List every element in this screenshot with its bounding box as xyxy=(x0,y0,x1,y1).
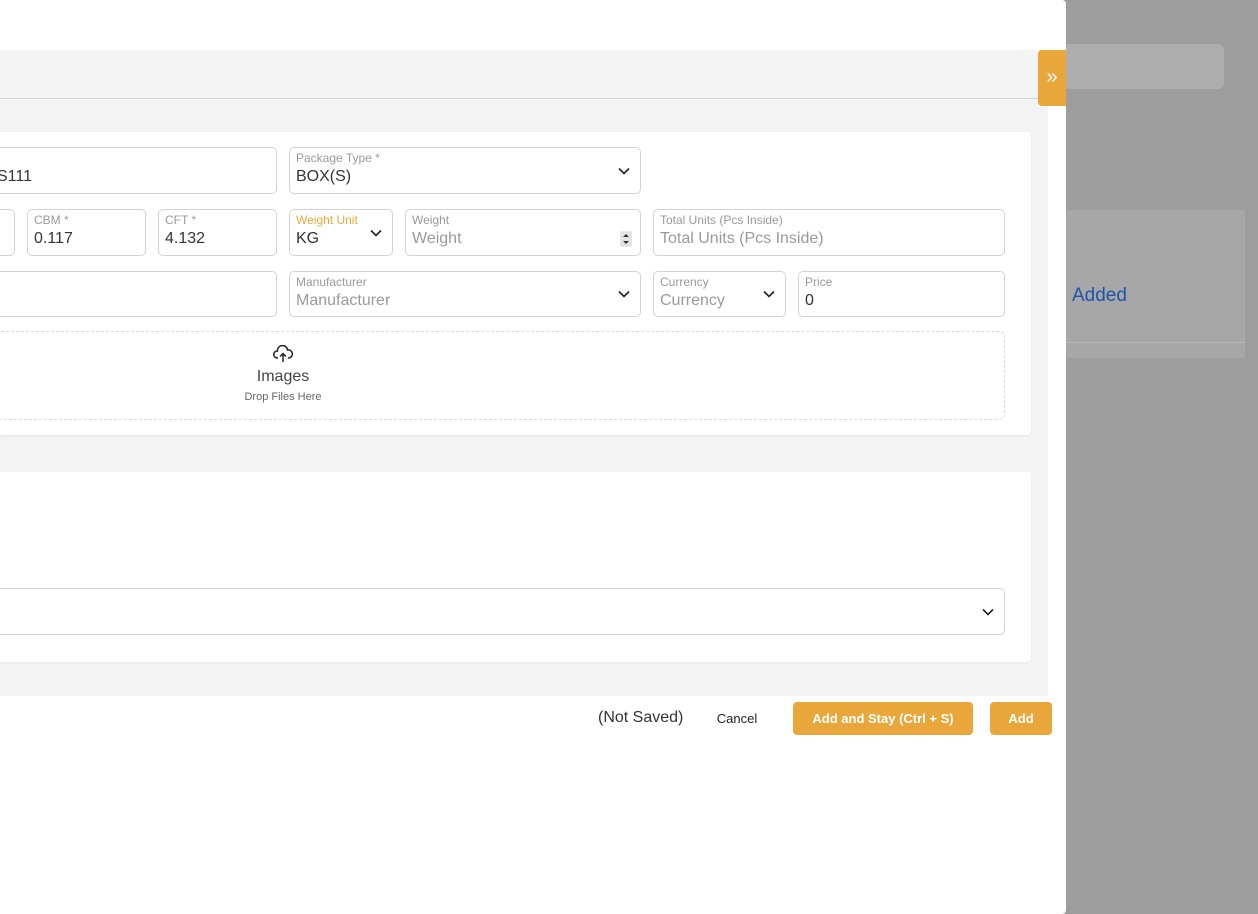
description-field[interactable] xyxy=(0,271,277,317)
manufacturer-placeholder: Manufacturer xyxy=(296,292,391,309)
background-card xyxy=(1066,210,1245,358)
chevron-down-icon xyxy=(618,290,630,298)
chevron-down-icon xyxy=(618,167,630,175)
weight-unit-select[interactable]: Weight Unit KG xyxy=(289,209,393,256)
weight-placeholder: Weight xyxy=(412,230,462,247)
dropzone-subtitle: Drop Files Here xyxy=(244,391,322,403)
background-card-divider xyxy=(1066,342,1245,343)
cloud-upload-icon xyxy=(273,345,293,362)
currency-label: Currency xyxy=(660,275,709,289)
total-units-placeholder: Total Units (Pcs Inside) xyxy=(660,230,824,247)
cbm-value: 0.117 xyxy=(34,230,73,247)
background-search-bar xyxy=(1066,44,1224,89)
secondary-select[interactable] xyxy=(0,588,1005,635)
price-value: 0 xyxy=(805,292,814,309)
background-card-text: Added xyxy=(1072,285,1127,306)
total-units-input[interactable]: Total Units (Pcs Inside) Total Units (Pc… xyxy=(653,209,1005,256)
weight-input[interactable]: Weight Weight xyxy=(405,209,641,256)
package-type-label: Package Type * xyxy=(296,151,380,165)
cbm-label: CBM * xyxy=(34,213,69,227)
price-input[interactable]: Price 0 xyxy=(798,271,1005,317)
weight-label: Weight xyxy=(412,213,450,227)
save-status-text: (Not Saved) xyxy=(598,709,684,726)
total-units-label: Total Units (Pcs Inside) xyxy=(660,213,783,227)
cft-value: 4.132 xyxy=(165,230,206,247)
number-spinner-icon[interactable] xyxy=(620,231,632,247)
weight-unit-label: Weight Unit xyxy=(296,213,358,227)
package-type-select[interactable]: Package Type * BOX(S) xyxy=(289,147,641,194)
code-field[interactable]: S111 xyxy=(0,147,277,194)
manufacturer-label: Manufacturer xyxy=(296,275,367,289)
add-item-modal: S111 Package Type * BOX(S) CBM * 0.117 C… xyxy=(0,0,1066,914)
currency-placeholder: Currency xyxy=(660,292,725,309)
chevron-down-icon xyxy=(982,608,994,616)
dropzone-title: Images xyxy=(256,368,310,385)
price-label: Price xyxy=(805,275,833,289)
collapse-panel-button[interactable]: » xyxy=(1038,50,1066,106)
add-button[interactable]: Add xyxy=(990,702,1052,735)
cft-label: CFT * xyxy=(165,213,197,227)
code-value: S111 xyxy=(0,168,32,185)
cancel-button[interactable]: Cancel xyxy=(704,702,770,735)
cbm-field[interactable]: CBM * 0.117 xyxy=(27,209,146,256)
manufacturer-select[interactable]: Manufacturer Manufacturer xyxy=(289,271,641,317)
chevron-down-icon xyxy=(763,290,775,298)
add-and-stay-button[interactable]: Add and Stay (Ctrl + S) xyxy=(793,702,973,735)
double-chevron-right-icon: » xyxy=(1046,66,1058,88)
dimension-field[interactable] xyxy=(0,209,15,256)
chevron-down-icon xyxy=(370,229,382,237)
currency-select[interactable]: Currency Currency xyxy=(653,271,786,317)
weight-unit-value: KG xyxy=(296,230,320,247)
modal-header xyxy=(0,50,1048,98)
background-page xyxy=(1066,0,1258,914)
package-type-value: BOX(S) xyxy=(296,168,352,185)
cft-field[interactable]: CFT * 4.132 xyxy=(158,209,277,256)
